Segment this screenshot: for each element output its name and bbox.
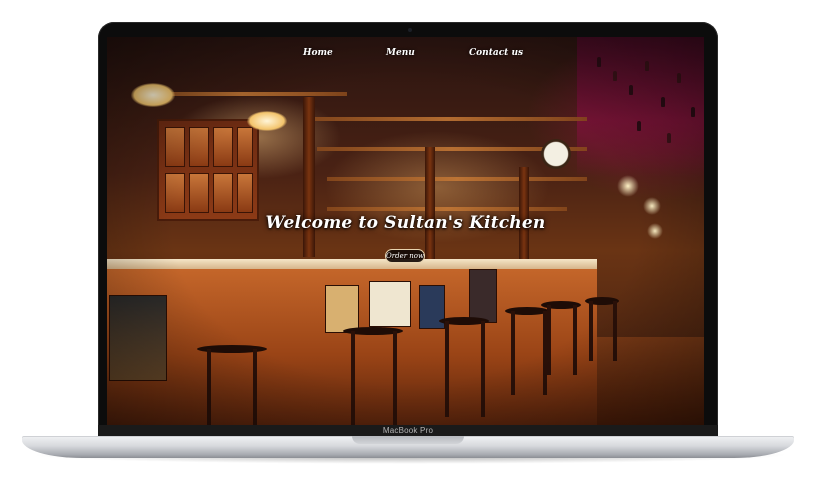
webcam-icon [408,28,412,32]
top-navigation: Home Menu Contact us [107,37,704,71]
nav-link-contact-us[interactable]: Contact us [469,48,523,58]
nav-link-menu[interactable]: Menu [386,48,415,58]
laptop-model-label: MacBook Pro [382,426,434,435]
order-now-button[interactable]: Order now [385,249,425,263]
hero-title: Welcome to Sultan's Kitchen [265,213,546,233]
laptop-screen: Home Menu Contact us Welcome to Sultan's… [107,37,704,425]
laptop-opening-notch [352,436,464,444]
nav-link-home[interactable]: Home [303,48,333,58]
